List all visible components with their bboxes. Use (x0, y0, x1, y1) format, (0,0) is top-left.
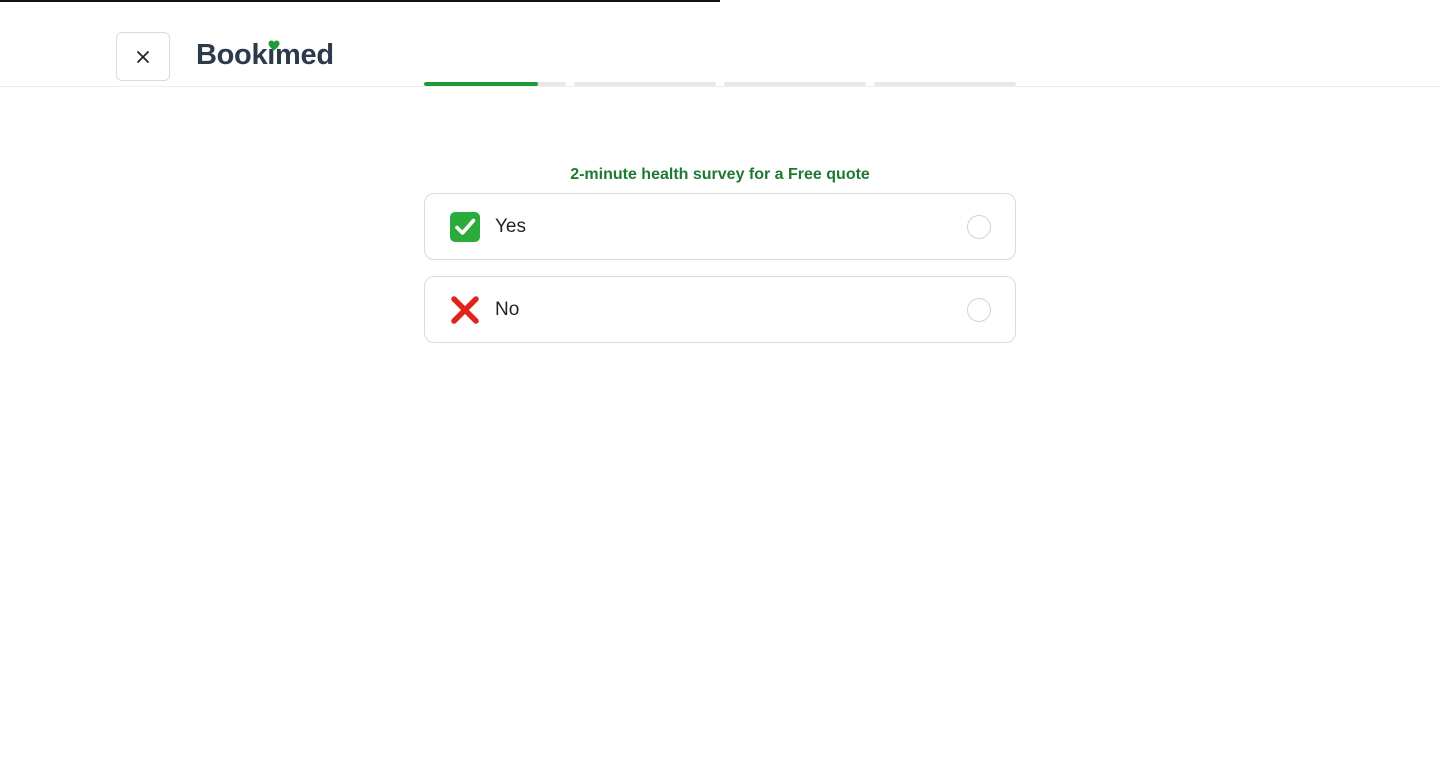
progress-segment (874, 82, 1016, 86)
logo-text: Bookimed (196, 39, 334, 71)
cross-mark-icon (449, 294, 481, 326)
answer-options: Yes No (424, 193, 1016, 343)
heart-icon (268, 40, 280, 51)
radio-button[interactable] (967, 214, 991, 239)
progress-fill (424, 82, 538, 86)
option-label: No (495, 298, 520, 320)
check-mark-icon (449, 211, 481, 243)
close-button[interactable] (116, 32, 170, 81)
option-label: Yes (495, 215, 526, 237)
radio-button[interactable] (967, 297, 991, 322)
progress-segment (574, 82, 716, 86)
header: Bookimed (0, 0, 1440, 87)
close-icon (137, 50, 149, 63)
option-yes[interactable]: Yes (424, 193, 1016, 260)
option-no[interactable]: No (424, 276, 1016, 343)
progress-segment (724, 82, 866, 86)
logo[interactable]: Bookimed (196, 38, 334, 72)
survey-title: 2-minute health survey for a Free quote (570, 166, 870, 183)
progress-segment (424, 82, 566, 86)
survey-progress (424, 82, 1016, 86)
